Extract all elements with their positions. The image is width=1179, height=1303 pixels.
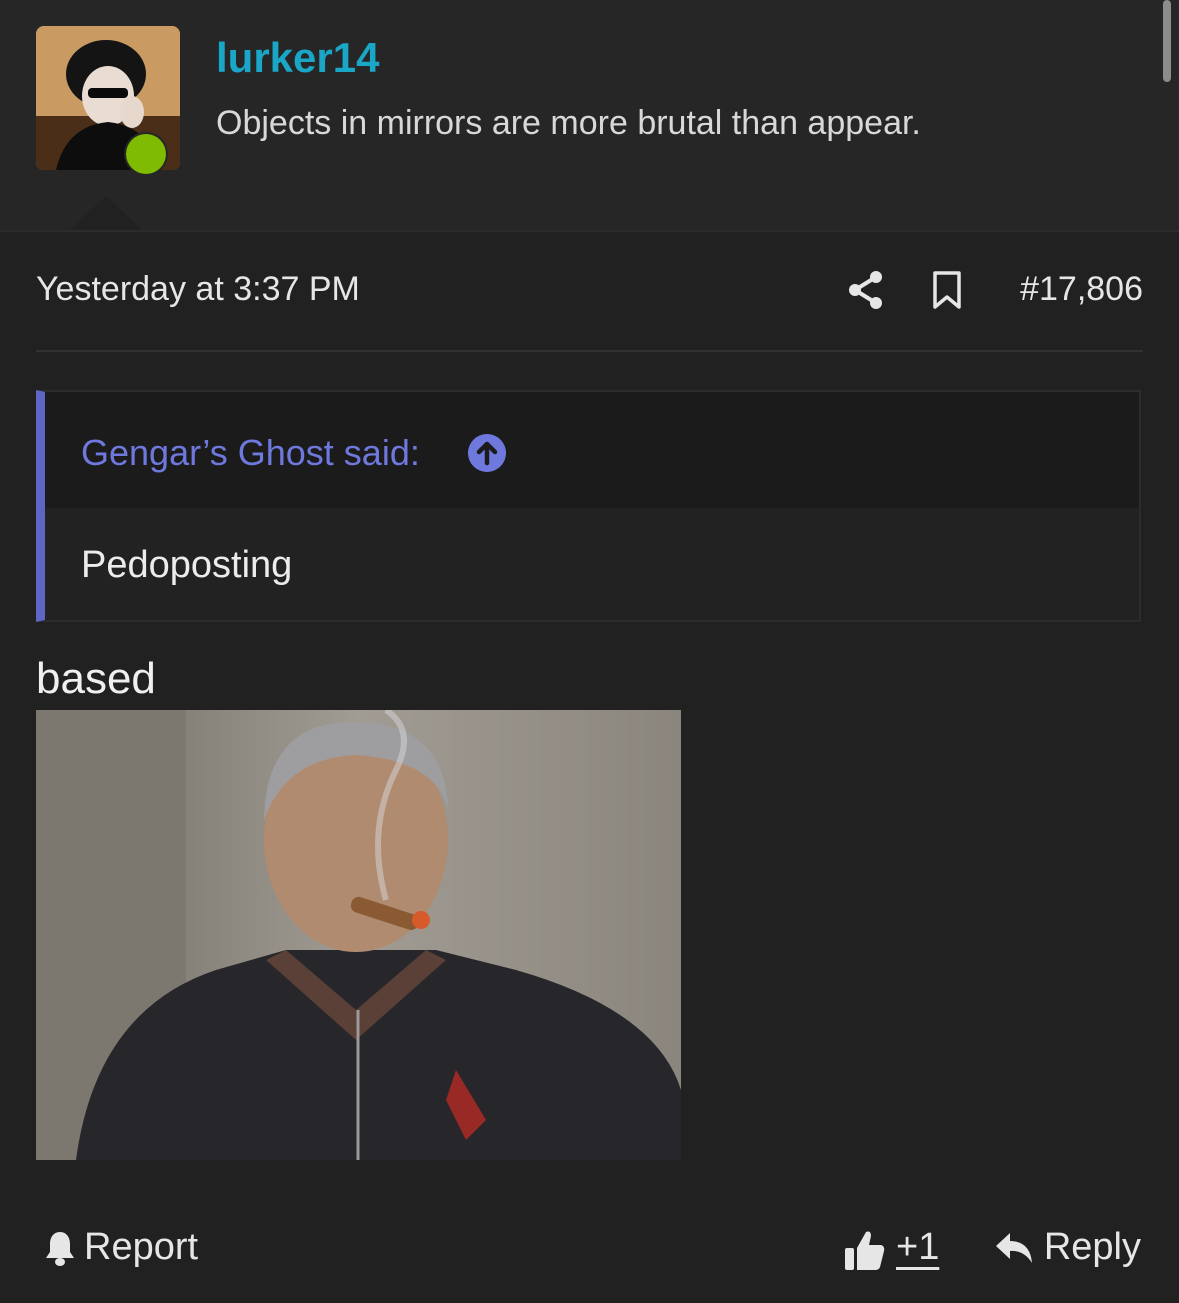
quote-header: Gengar’s Ghost said:	[45, 392, 1139, 508]
quote-body: Pedoposting	[45, 508, 1139, 620]
bookmark-icon[interactable]	[932, 270, 962, 310]
report-label: Report	[84, 1226, 199, 1268]
post-text: based	[36, 654, 156, 703]
report-button[interactable]: Report	[44, 1226, 198, 1269]
bell-icon	[46, 1231, 74, 1266]
reply-button[interactable]: Reply	[994, 1226, 1141, 1269]
like-count[interactable]: +1	[896, 1226, 939, 1269]
thumbs-up-icon[interactable]	[844, 1228, 886, 1272]
reply-label: Reply	[1043, 1226, 1141, 1268]
user-header: lurker14 Objects in mirrors are more bru…	[0, 0, 1179, 232]
post-image[interactable]	[36, 710, 681, 1160]
reply-arrow-icon	[995, 1232, 1032, 1263]
post-meta: Yesterday at 3:37 PM #17,806	[36, 262, 1143, 322]
quote-block: Gengar’s Ghost said: Pedoposting	[36, 390, 1141, 622]
online-status-indicator	[124, 132, 168, 176]
post-number[interactable]: #17,806	[1020, 270, 1143, 309]
divider	[36, 350, 1143, 352]
arrow-up-circle-icon[interactable]	[468, 434, 506, 472]
scrollbar[interactable]	[1163, 0, 1171, 82]
post-timestamp[interactable]: Yesterday at 3:37 PM	[36, 270, 360, 309]
quote-author[interactable]: Gengar’s Ghost said:	[81, 432, 420, 474]
quote-text: Pedoposting	[81, 544, 293, 586]
username[interactable]: lurker14	[216, 34, 379, 82]
user-title: Objects in mirrors are more brutal than …	[216, 104, 921, 142]
share-icon[interactable]	[848, 270, 884, 310]
post-actions: Report +1 Reply	[36, 1222, 1141, 1282]
header-pointer	[70, 196, 142, 230]
